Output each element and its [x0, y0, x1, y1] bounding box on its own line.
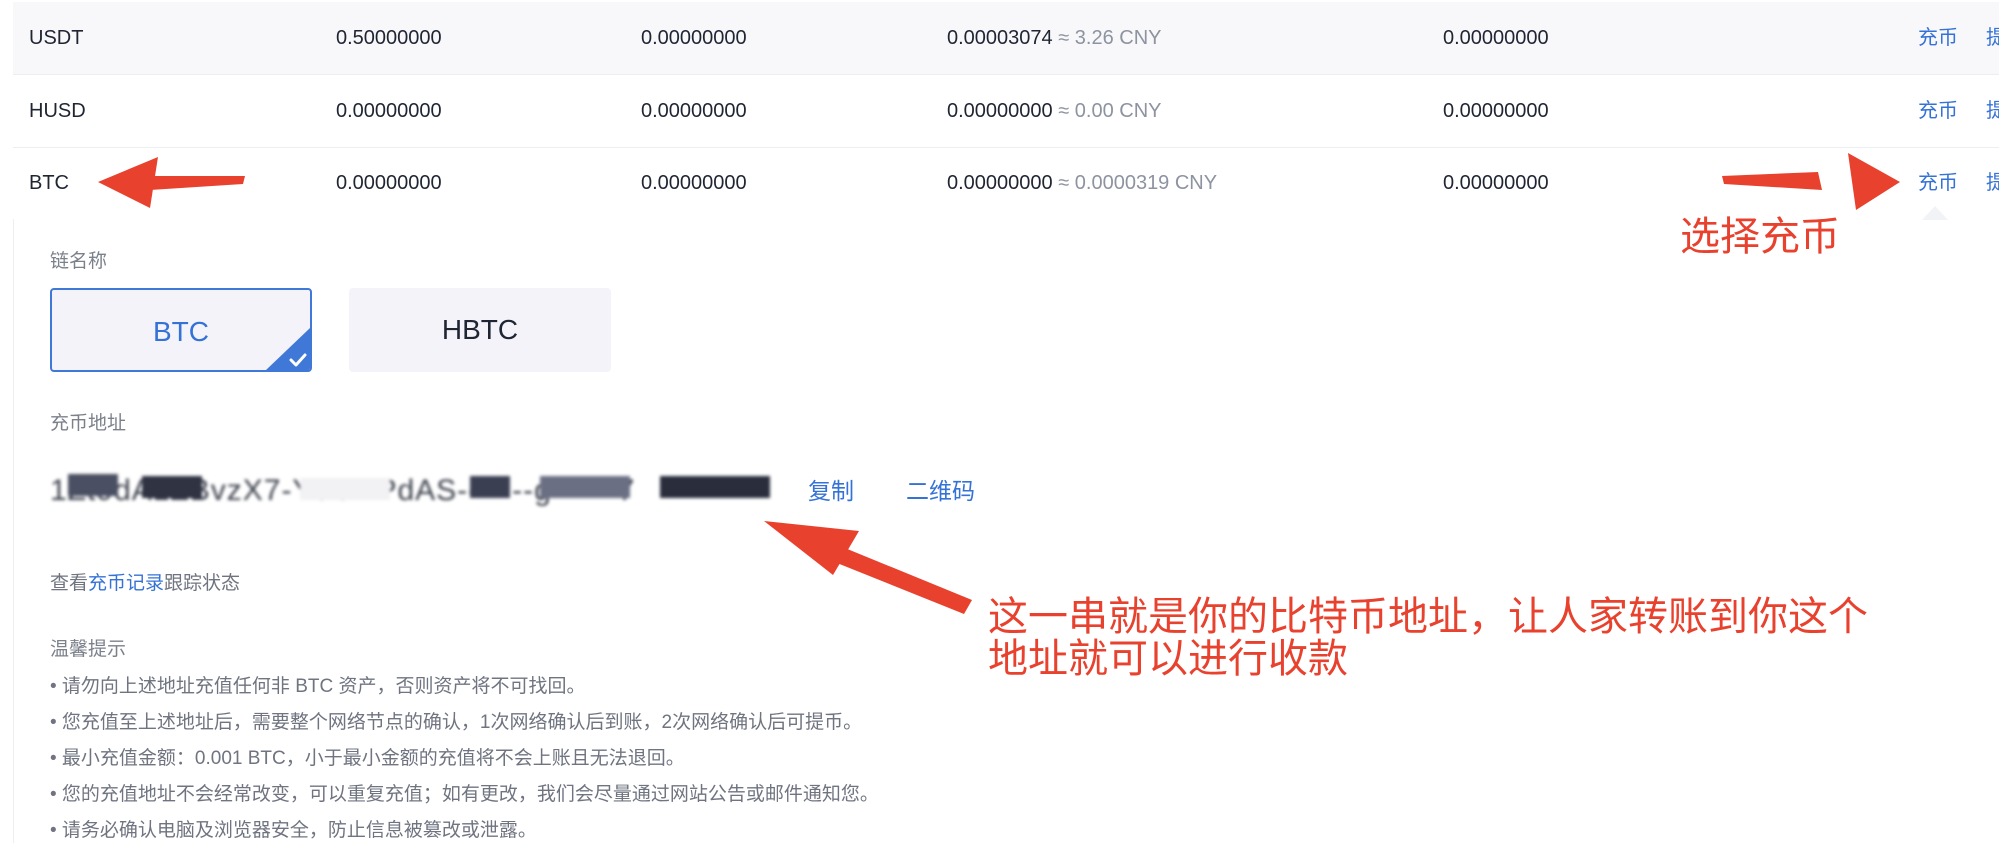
annotation-arrows: [98, 153, 1900, 614]
arrow-to-address: [764, 521, 972, 614]
arrow-to-btc: [98, 157, 245, 208]
annotation-select-deposit: 选择充币: [1680, 215, 1840, 259]
annotation-address-line2: 地址就可以进行收款: [988, 637, 1348, 681]
arrow-to-deposit-link: [1722, 153, 1900, 210]
